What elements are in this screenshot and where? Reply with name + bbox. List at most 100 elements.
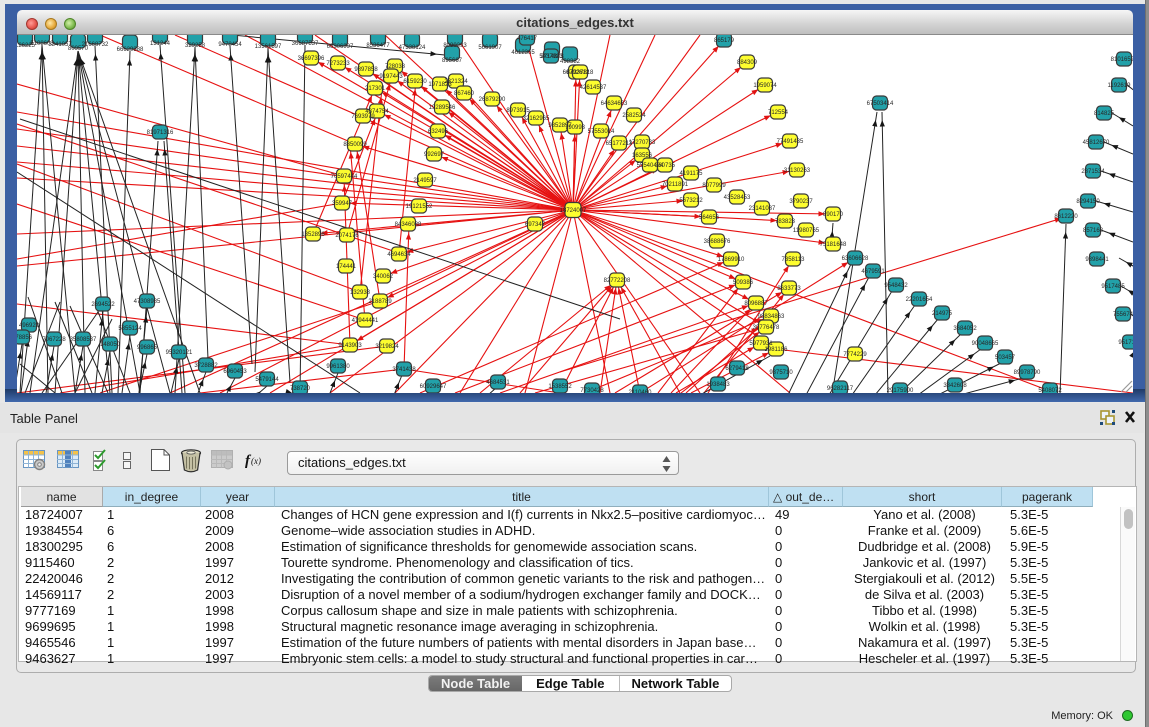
svg-text:9517485: 9517485	[1101, 284, 1125, 290]
svg-text:1959074: 1959074	[753, 83, 777, 89]
svg-text:7693979: 7693979	[351, 114, 375, 120]
svg-text:7067228: 7067228	[42, 337, 66, 343]
svg-text:678856: 678856	[17, 335, 33, 341]
svg-text:7774229: 7774229	[843, 352, 867, 358]
svg-text:11980765: 11980765	[793, 228, 820, 234]
svg-text:6159230: 6159230	[403, 79, 427, 85]
svg-text:163556: 163556	[632, 153, 653, 159]
svg-text:9961380: 9961380	[326, 364, 350, 370]
svg-text:865179: 865179	[714, 38, 735, 44]
svg-text:498382: 498382	[560, 59, 581, 65]
svg-text:96282117: 96282117	[827, 386, 854, 392]
svg-text:814825: 814825	[1094, 111, 1115, 117]
svg-text:30776478: 30776478	[753, 325, 780, 331]
svg-text:70597444: 70597444	[331, 174, 358, 180]
svg-text:84346088: 84346088	[395, 222, 422, 228]
svg-text:217301: 217301	[365, 86, 386, 92]
svg-text:5408072: 5408072	[1038, 388, 1062, 393]
svg-text:7730428: 7730428	[580, 388, 604, 393]
svg-text:9197443: 9197443	[379, 74, 403, 80]
svg-text:9143903: 9143903	[338, 343, 362, 349]
svg-text:8973915: 8973915	[506, 108, 530, 114]
svg-text:2871534: 2871534	[1081, 169, 1105, 175]
svg-text:95320121: 95320121	[166, 350, 193, 356]
svg-text:31130263: 31130263	[784, 168, 811, 174]
svg-text:66306997: 66306997	[327, 44, 354, 50]
svg-text:340062: 340062	[373, 274, 394, 280]
svg-text:60929647: 60929647	[420, 384, 447, 390]
svg-text:148050: 148050	[100, 342, 121, 348]
svg-text:3790237: 3790237	[789, 199, 813, 205]
svg-text:4191175: 4191175	[680, 171, 704, 177]
svg-text:4612365: 4612365	[511, 50, 535, 56]
svg-text:2110460: 2110460	[629, 390, 653, 393]
svg-text:2149597: 2149597	[413, 178, 437, 184]
svg-text:29175900: 29175900	[887, 388, 914, 393]
svg-text:19289546: 19289546	[429, 105, 456, 111]
svg-text:45812670: 45812670	[1083, 140, 1110, 146]
svg-text:26879290: 26879290	[479, 97, 506, 103]
svg-text:697347: 697347	[525, 222, 546, 228]
svg-text:728038: 728038	[385, 64, 406, 70]
svg-text:8096887: 8096887	[744, 301, 768, 307]
svg-text:3342608: 3342608	[943, 383, 967, 389]
svg-text:1981186: 1981186	[765, 347, 789, 353]
svg-text:790993: 790993	[565, 125, 586, 131]
svg-text:90048665: 90048665	[972, 341, 999, 347]
svg-text:9897858: 9897858	[354, 67, 378, 73]
svg-text:17270733: 17270733	[629, 140, 656, 146]
svg-text:996865: 996865	[137, 345, 158, 351]
svg-text:214975: 214975	[932, 311, 953, 317]
svg-text:783823: 783823	[775, 219, 796, 225]
svg-text:8294150: 8294150	[1076, 199, 1100, 205]
svg-text:35808537: 35808537	[70, 337, 97, 343]
svg-text:4679591: 4679591	[861, 269, 885, 275]
svg-text:22201654: 22201654	[906, 297, 933, 303]
svg-text:23141087: 23141087	[749, 206, 776, 212]
svg-text:82772208: 82772208	[604, 278, 631, 284]
svg-text:19121552: 19121552	[406, 204, 433, 210]
svg-text:8350099: 8350099	[343, 142, 367, 148]
svg-text:66629388: 66629388	[117, 47, 144, 53]
svg-text:67503414: 67503414	[867, 101, 894, 107]
svg-text:21668732: 21668732	[82, 42, 109, 48]
svg-text:884309: 884309	[737, 60, 758, 66]
svg-text:4694634: 4694634	[387, 252, 411, 258]
svg-text:57553014: 57553014	[588, 129, 615, 135]
svg-text:63606628: 63606628	[842, 256, 869, 262]
svg-text:8090293: 8090293	[443, 43, 467, 49]
svg-text:87337818: 87337818	[567, 70, 594, 76]
svg-text:564656: 564656	[699, 215, 720, 221]
svg-text:18724007: 18724007	[560, 208, 587, 214]
svg-text:1938483: 1938483	[706, 382, 730, 388]
svg-text:5661907: 5661907	[478, 45, 502, 51]
svg-text:9517169: 9517169	[1118, 340, 1133, 346]
svg-text:(x): (x)	[251, 456, 261, 466]
svg-text:992697: 992697	[424, 152, 445, 158]
svg-text:70211891: 70211891	[662, 182, 689, 188]
svg-text:755674: 755674	[1113, 312, 1133, 318]
svg-text:5437923: 5437923	[539, 54, 563, 60]
svg-text:47308985: 47308985	[134, 299, 161, 305]
svg-text:857168: 857168	[1083, 228, 1104, 234]
svg-text:895667: 895667	[442, 58, 463, 64]
svg-text:17869910: 17869910	[718, 257, 745, 263]
svg-text:13561597: 13561597	[255, 44, 282, 50]
svg-text:64634663: 64634663	[601, 101, 628, 107]
svg-text:47338124: 47338124	[399, 45, 426, 51]
svg-text:77491435: 77491435	[777, 139, 804, 145]
svg-text:2321324: 2321324	[444, 79, 468, 85]
svg-text:5479144: 5479144	[255, 377, 279, 383]
svg-text:867460: 867460	[454, 91, 475, 97]
svg-text:132938: 132938	[350, 290, 371, 296]
svg-text:359947: 359947	[332, 201, 353, 207]
svg-text:1538552: 1538552	[548, 384, 572, 390]
svg-text:9478454: 9478454	[218, 42, 242, 48]
svg-text:2694522: 2694522	[91, 302, 115, 308]
svg-text:1352896: 1352896	[301, 232, 325, 238]
svg-text:509386: 509386	[733, 280, 754, 286]
svg-text:5855124: 5855124	[118, 326, 142, 332]
svg-text:360735: 360735	[655, 163, 676, 169]
svg-text:2582524: 2582524	[622, 113, 646, 119]
svg-text:8077999: 8077999	[702, 183, 726, 189]
